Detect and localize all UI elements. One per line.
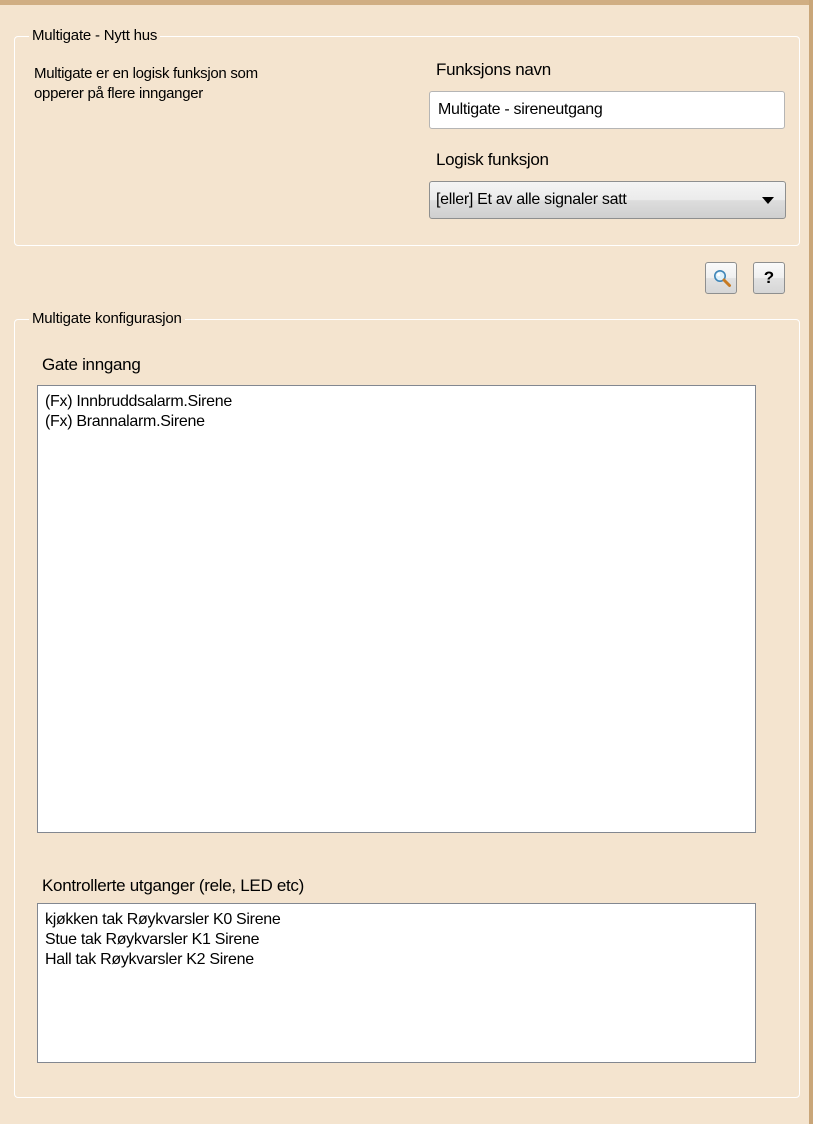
gate-input-list[interactable]: (Fx) Innbruddsalarm.Sirene (Fx) Brannala… — [37, 385, 756, 833]
function-name-label: Funksjons navn — [436, 60, 551, 79]
logic-function-selected-value: [eller] Et av alle signaler satt — [436, 191, 627, 208]
logic-function-select[interactable]: [eller] Et av alle signaler satt — [429, 181, 786, 219]
description-line-2: opperer på flere innganger — [34, 85, 203, 102]
multigate-group-legend: Multigate - Nytt hus — [32, 27, 158, 44]
gate-input-label: Gate inngang — [42, 355, 141, 374]
output-item[interactable]: kjøkken tak Røykvarsler K0 Sirene — [45, 910, 755, 930]
multigate-description: Multigate er en logisk funksjon som oppe… — [34, 64, 258, 104]
logic-function-label: Logisk funksjon — [436, 150, 549, 169]
magnifier-icon — [714, 270, 731, 287]
multigate-config-legend: Multigate konfigurasjon — [32, 310, 182, 327]
controlled-outputs-list[interactable]: kjøkken tak Røykvarsler K0 Sirene Stue t… — [37, 903, 756, 1063]
help-button[interactable]: ? — [753, 262, 785, 294]
window-top-border — [0, 0, 813, 5]
help-label: ? — [763, 268, 775, 287]
search-button[interactable] — [705, 262, 737, 294]
outputs-label: Kontrollerte utganger (rele, LED etc) — [42, 876, 304, 895]
function-name-input[interactable] — [429, 91, 785, 129]
window-right-border — [809, 0, 813, 1124]
output-item[interactable]: Hall tak Røykvarsler K2 Sirene — [45, 950, 755, 970]
chevron-down-icon — [762, 197, 774, 204]
output-item[interactable]: Stue tak Røykvarsler K1 Sirene — [45, 930, 755, 950]
gate-input-item[interactable]: (Fx) Innbruddsalarm.Sirene — [45, 392, 755, 412]
description-line-1: Multigate er en logisk funksjon som — [34, 65, 258, 82]
gate-input-item[interactable]: (Fx) Brannalarm.Sirene — [45, 412, 755, 432]
